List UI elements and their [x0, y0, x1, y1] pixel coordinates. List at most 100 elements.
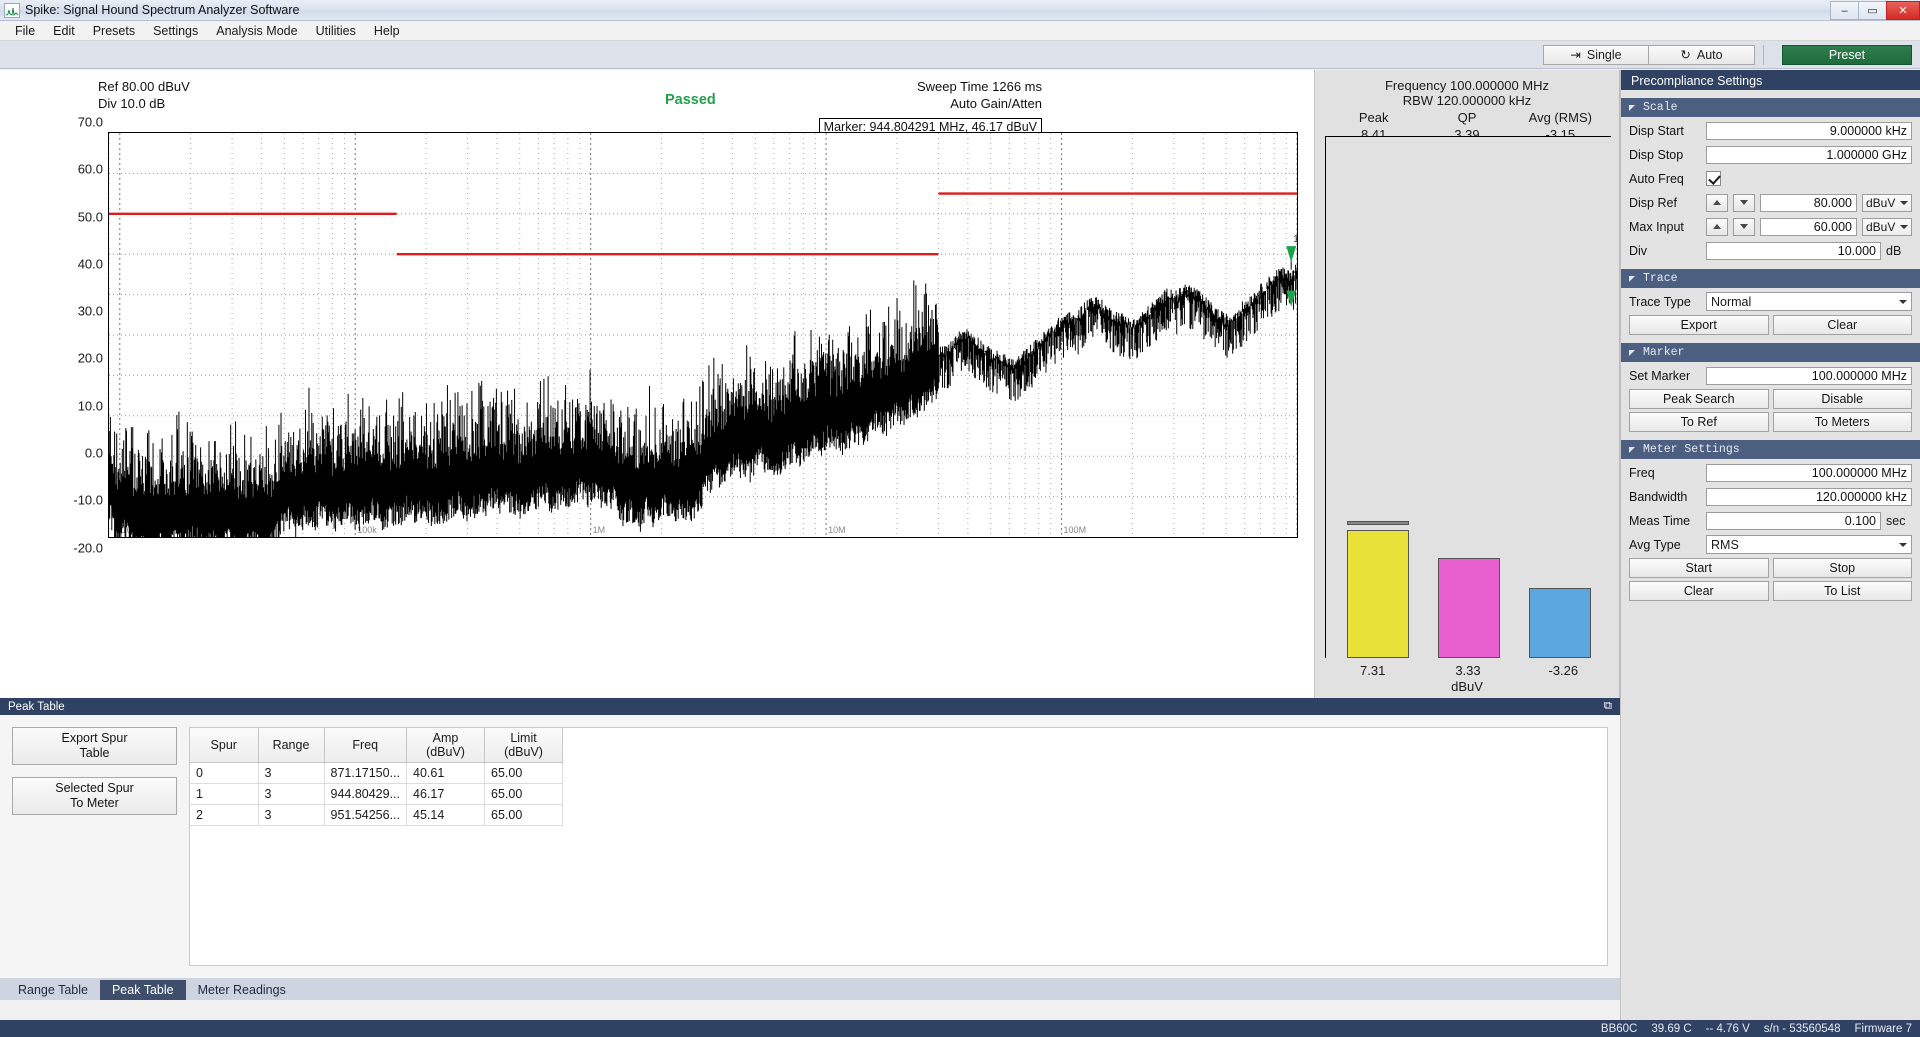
input-meter-bandwidth[interactable]: 120.000000 kHz	[1706, 487, 1912, 506]
label-max-input: Max Input	[1629, 219, 1684, 234]
tab-meter-readings[interactable]: Meter Readings	[186, 980, 298, 1000]
export-spur-line1: Export Spur	[61, 731, 128, 745]
selected-spur-to-meter-button[interactable]: Selected Spur To Meter	[12, 777, 177, 815]
meter-bar-avg	[1528, 588, 1591, 658]
sidebar-title: Precompliance Settings	[1621, 70, 1920, 90]
checkbox-auto-freq[interactable]	[1706, 171, 1721, 186]
table-row[interactable]: 2 3 951.54256... 45.14 65.00	[190, 804, 564, 826]
minimize-button[interactable]: –	[1830, 1, 1858, 20]
chevron-down-icon	[1900, 224, 1908, 229]
selected-spur-line1: Selected Spur	[55, 781, 134, 795]
tab-peak-table[interactable]: Peak Table	[99, 980, 186, 1000]
col-limit[interactable]: Limit (dBuV)	[484, 728, 564, 763]
peak-table-container[interactable]: Spur Range Freq Amp (dBuV) Limit (dBuV) …	[189, 727, 1608, 966]
menu-utilities[interactable]: Utilities	[307, 22, 365, 40]
max-input-unit-label: dBuV	[1866, 219, 1896, 234]
group-header-trace[interactable]: Trace	[1621, 269, 1920, 288]
max-input-decrement-button[interactable]	[1733, 217, 1755, 236]
trace-button-row: Export Clear	[1621, 312, 1920, 335]
input-max-input[interactable]: 60.000	[1760, 217, 1857, 236]
disp-ref-increment-button[interactable]	[1706, 193, 1728, 212]
group-header-scale[interactable]: Scale	[1621, 98, 1920, 117]
div-unit-label: dB	[1886, 243, 1902, 258]
disp-ref-decrement-button[interactable]	[1733, 193, 1755, 212]
max-input-increment-button[interactable]	[1706, 217, 1728, 236]
col-spur[interactable]: Spur	[190, 728, 259, 763]
menu-presets[interactable]: Presets	[84, 22, 144, 40]
input-disp-start[interactable]: 9.000000 kHz	[1706, 121, 1912, 140]
menu-settings[interactable]: Settings	[144, 22, 207, 40]
label-disp-ref: Disp Ref	[1629, 195, 1677, 210]
input-disp-stop[interactable]: 1.000000 GHz	[1706, 145, 1912, 164]
select-avg-type[interactable]: RMS	[1706, 535, 1912, 554]
export-spur-table-button[interactable]: Export Spur Table	[12, 727, 177, 765]
col-range[interactable]: Range	[258, 728, 325, 763]
y-tick-n20: -20.0	[73, 540, 103, 556]
col-amp[interactable]: Amp (dBuV)	[406, 728, 486, 763]
undock-icon[interactable]: ⧉	[1604, 700, 1612, 713]
input-div[interactable]: 10.000	[1706, 241, 1881, 260]
status-firmware: Firmware 7	[1854, 1022, 1912, 1035]
y-tick-50: 50.0	[77, 209, 103, 225]
statusbar: BB60C 39.69 C -- 4.76 V s/n - 53560548 F…	[0, 1020, 1920, 1037]
window-titlebar: Spike: Signal Hound Spectrum Analyzer So…	[0, 0, 1920, 21]
input-meas-time[interactable]: 0.100	[1706, 511, 1881, 530]
y-tick-40: 40.0	[77, 256, 103, 272]
y-tick-70: 70.0	[77, 114, 103, 130]
preset-button[interactable]: Preset	[1782, 44, 1912, 65]
single-sweep-button[interactable]: ⇥ Single	[1543, 44, 1649, 65]
col-freq[interactable]: Freq	[324, 728, 408, 763]
meter-panel: Frequency 100.000000 MHz RBW 120.000000 …	[1315, 70, 1620, 698]
menu-file[interactable]: File	[6, 22, 44, 40]
plot-canvas[interactable]: 10k100k1M10M100M1000M10	[108, 132, 1298, 538]
svg-text:100M: 100M	[1064, 525, 1087, 535]
meter-to-list-button[interactable]: To List	[1772, 581, 1912, 601]
meter-bar-peak-wrap	[1346, 521, 1409, 658]
row-meter-bandwidth: Bandwidth 120.000000 kHz	[1621, 483, 1920, 507]
select-trace-type[interactable]: Normal	[1706, 292, 1912, 311]
row-disp-stop: Disp Stop 1.000000 GHz	[1621, 141, 1920, 165]
row-meas-time: Meas Time 0.100 sec	[1621, 507, 1920, 531]
group-header-marker[interactable]: Marker	[1621, 343, 1920, 362]
trace-clear-button[interactable]: Clear	[1772, 315, 1912, 335]
menu-analysis-mode[interactable]: Analysis Mode	[207, 22, 306, 40]
group-header-meter-settings[interactable]: Meter Settings	[1621, 440, 1920, 459]
label-set-marker: Set Marker	[1629, 368, 1691, 383]
maximize-button[interactable]: ▭	[1858, 1, 1886, 20]
meter-clear-button[interactable]: Clear	[1629, 581, 1769, 601]
trace-export-button[interactable]: Export	[1629, 315, 1769, 335]
row-div: Div 10.000 dB	[1621, 237, 1920, 261]
marker-to-ref-button[interactable]: To Ref	[1629, 412, 1769, 432]
meter-bar-value-peak: 7.31	[1360, 663, 1386, 678]
menu-edit[interactable]: Edit	[44, 22, 84, 40]
cell-freq: 871.17150...	[324, 762, 408, 784]
cell-amp: 46.17	[406, 783, 486, 805]
chevron-down-icon	[1740, 200, 1748, 205]
marker-to-meters-button[interactable]: To Meters	[1772, 412, 1912, 432]
close-button[interactable]: ✕	[1886, 1, 1920, 20]
cell-freq: 951.54256...	[324, 804, 408, 826]
table-row[interactable]: 1 3 944.80429... 46.17 65.00	[190, 783, 564, 805]
select-disp-ref-unit[interactable]: dBuV	[1862, 193, 1912, 212]
input-set-marker[interactable]: 100.000000 MHz	[1706, 366, 1912, 385]
toolbar: ⇥ Single ↻ Auto Preset	[0, 41, 1920, 69]
peak-search-button[interactable]: Peak Search	[1629, 389, 1769, 409]
menu-help[interactable]: Help	[365, 22, 409, 40]
select-max-input-unit[interactable]: dBuV	[1862, 217, 1912, 236]
meas-time-unit-label: sec	[1886, 513, 1906, 528]
cell-range: 3	[258, 783, 325, 805]
pass-fail-status: Passed	[665, 92, 716, 108]
input-disp-ref[interactable]: 80.000	[1760, 193, 1857, 212]
meter-bars	[1326, 258, 1611, 658]
table-row[interactable]: 0 3 871.17150... 40.61 65.00	[190, 762, 564, 784]
meter-bar-values: 7.31 3.33 -3.26	[1325, 663, 1611, 678]
single-sweep-label: Single	[1586, 47, 1622, 62]
input-meter-freq[interactable]: 100.000000 MHz	[1706, 463, 1912, 482]
meter-plot-box	[1325, 136, 1611, 658]
marker-disable-button[interactable]: Disable	[1772, 389, 1912, 409]
meter-stop-button[interactable]: Stop	[1772, 558, 1912, 578]
gain-atten-label: Auto Gain/Atten	[950, 96, 1042, 111]
meter-start-button[interactable]: Start	[1629, 558, 1769, 578]
auto-sweep-button[interactable]: ↻ Auto	[1649, 44, 1755, 65]
tab-range-table[interactable]: Range Table	[6, 980, 100, 1000]
